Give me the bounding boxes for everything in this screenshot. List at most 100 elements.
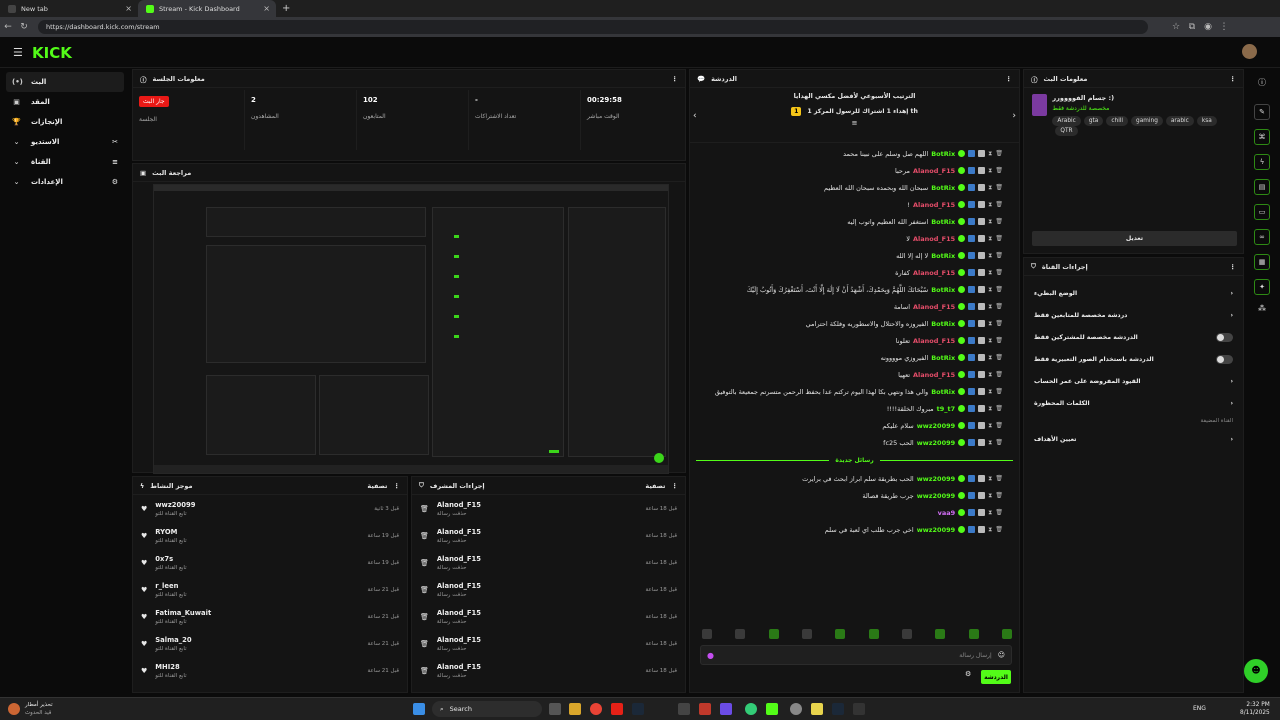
delete-icon[interactable]: 🗑	[995, 218, 1003, 225]
chat-username[interactable]: Alanod_F15	[913, 201, 955, 209]
chat-username[interactable]: Alanod_F15	[913, 303, 955, 311]
timeout-icon[interactable]: ⧗	[988, 252, 992, 260]
extensions-icon[interactable]: ⧉	[1184, 22, 1200, 32]
chat-username[interactable]: BotRix	[931, 286, 955, 294]
delete-icon[interactable]: 🗑	[995, 526, 1003, 533]
timeout-icon[interactable]: ⧗	[988, 286, 992, 294]
more-icon[interactable]: ⋮	[1230, 263, 1237, 271]
sidebar-item-studio[interactable]: ⌄ الاستديو ✂	[0, 132, 130, 152]
youtube-icon[interactable]	[611, 703, 623, 715]
emote-icon[interactable]	[868, 629, 879, 639]
sidebar-item-content[interactable]: ▣ المقد	[0, 92, 130, 112]
message-icon[interactable]: ▭	[1254, 204, 1270, 220]
emote-icon[interactable]	[968, 629, 979, 639]
tag[interactable]: gaming	[1131, 116, 1163, 126]
account-age-row[interactable]: القيود المفروضة على عمر الحساب ›	[1024, 370, 1243, 392]
delete-icon[interactable]: 🗑	[995, 303, 1003, 310]
app-icon[interactable]	[790, 703, 802, 715]
more-icon[interactable]: ⋮	[1006, 75, 1013, 83]
more-icon[interactable]: ⋮	[1230, 75, 1237, 83]
task-view-icon[interactable]	[549, 703, 561, 715]
delete-icon[interactable]: 🗑	[995, 235, 1003, 242]
chat-username[interactable]: BotRix	[931, 150, 955, 158]
chat-username[interactable]: BotRix	[931, 354, 955, 362]
activity-user[interactable]: Salma_20	[155, 636, 191, 644]
url-field[interactable]: https://dashboard.kick.com/stream	[38, 20, 1148, 34]
mod-action-user[interactable]: Alanod_F15	[437, 609, 481, 617]
tag[interactable]: ksa	[1196, 116, 1217, 126]
delete-icon[interactable]: 🗑	[995, 388, 1003, 395]
app-icon[interactable]	[853, 703, 865, 715]
filter-button[interactable]: تصفية	[645, 482, 665, 490]
banned-words-row[interactable]: الكلمات المحظورة ›	[1024, 392, 1243, 414]
mod-action-user[interactable]: Alanod_F15	[437, 528, 481, 536]
language-indicator[interactable]: ENG	[1193, 705, 1206, 712]
timeout-icon[interactable]: ⧗	[988, 492, 992, 500]
taskbar-search[interactable]: ⌕ Search	[432, 701, 542, 717]
share-icon[interactable]: ⁂	[1247, 304, 1277, 313]
steam-icon[interactable]	[632, 703, 644, 715]
delete-icon[interactable]: 🗑	[995, 320, 1003, 327]
user-avatar[interactable]	[1242, 44, 1257, 59]
help-chat-icon[interactable]: ☻	[1244, 659, 1268, 683]
delete-icon[interactable]: 🗑	[995, 439, 1003, 446]
tag[interactable]: chill	[1106, 116, 1129, 126]
activity-user[interactable]: MHI28	[155, 663, 186, 671]
timeout-icon[interactable]: ⧗	[988, 337, 992, 345]
sidebar-item-achievements[interactable]: 🏆 الإنجازات	[0, 112, 130, 132]
slow-mode-row[interactable]: الوضع البطيء ›	[1024, 282, 1243, 304]
stream-category[interactable]: مخصصة للدردشة فقط	[1052, 105, 1235, 112]
mod-action-user[interactable]: Alanod_F15	[437, 555, 481, 563]
send-chat-button[interactable]: الدردشة	[981, 670, 1011, 684]
timeout-icon[interactable]: ⧗	[988, 371, 992, 379]
delete-icon[interactable]: 🗑	[995, 337, 1003, 344]
sidebar-item-settings[interactable]: ⌄ الإعدادات ⚙	[0, 172, 130, 192]
weather-widget[interactable]: تحذير أمطار قيد الحدوث	[8, 701, 53, 717]
delete-icon[interactable]: 🗑	[995, 422, 1003, 429]
timeout-icon[interactable]: ⧗	[988, 388, 992, 396]
sidebar-item-channel[interactable]: ⌄ القناة ≡	[0, 152, 130, 172]
timeout-icon[interactable]: ⧗	[988, 150, 992, 158]
timeout-icon[interactable]: ⧗	[988, 167, 992, 175]
more-icon[interactable]: ⋮	[672, 75, 679, 83]
chat-username[interactable]: Alanod_F15	[913, 337, 955, 345]
delete-icon[interactable]: 🗑	[995, 252, 1003, 259]
timeout-icon[interactable]: ⧗	[988, 201, 992, 209]
mod-action-user[interactable]: Alanod_F15	[437, 663, 481, 671]
lightning-icon[interactable]: ϟ	[1254, 154, 1270, 170]
timeout-icon[interactable]: ⧗	[988, 422, 992, 430]
emote-icon[interactable]	[735, 629, 746, 639]
close-icon[interactable]: ×	[125, 4, 132, 13]
app-icon[interactable]	[678, 703, 690, 715]
emote-icon[interactable]	[901, 629, 912, 639]
activity-user[interactable]: 0x7s	[155, 555, 186, 563]
app-icon[interactable]	[720, 703, 732, 715]
profile-icon[interactable]: ◉	[1200, 22, 1216, 32]
delete-icon[interactable]: 🗑	[995, 354, 1003, 361]
activity-user[interactable]: wwz20099	[155, 501, 195, 509]
timeout-icon[interactable]: ⧗	[988, 320, 992, 328]
tag[interactable]: QTR	[1055, 126, 1078, 136]
emote-icon[interactable]	[835, 629, 846, 639]
timeout-icon[interactable]: ⧗	[988, 218, 992, 226]
kick-app-icon[interactable]	[766, 703, 778, 715]
chat-username[interactable]: BotRix	[931, 184, 955, 192]
timeout-icon[interactable]: ⧗	[988, 475, 992, 483]
delete-icon[interactable]: 🗑	[995, 509, 1003, 516]
hamburger-menu-icon[interactable]: ☰	[13, 46, 23, 59]
reload-icon[interactable]: ↻	[16, 22, 32, 32]
chat-username[interactable]: wwz20099	[917, 492, 955, 500]
windows-start-icon[interactable]	[413, 703, 425, 715]
chat-username[interactable]: BotRix	[931, 252, 955, 260]
clipboard-icon[interactable]: ▤	[1254, 179, 1270, 195]
steam-icon[interactable]	[832, 703, 844, 715]
edit-pencil-icon[interactable]: ✎	[1254, 104, 1270, 120]
chat-username[interactable]: Alanod_F15	[913, 167, 955, 175]
tag[interactable]: arabic	[1165, 116, 1194, 126]
browser-tab-kick[interactable]: Stream - Kick Dashboard ×	[138, 0, 276, 17]
close-icon[interactable]: ×	[263, 4, 270, 13]
chrome-icon[interactable]	[590, 703, 602, 715]
chat-username[interactable]: BotRix	[931, 218, 955, 226]
emote-icon[interactable]	[768, 629, 779, 639]
delete-icon[interactable]: 🗑	[995, 201, 1003, 208]
